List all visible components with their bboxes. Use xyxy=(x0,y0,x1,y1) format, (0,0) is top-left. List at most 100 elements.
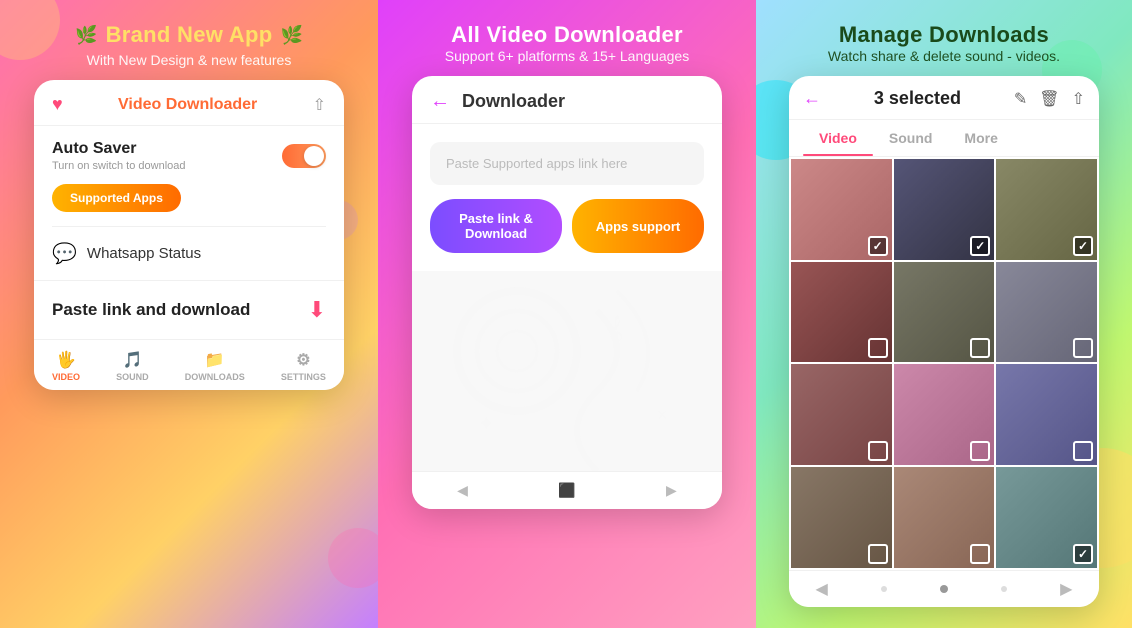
checkbox-10[interactable] xyxy=(868,544,888,564)
auto-saver-sub: Turn on switch to download xyxy=(52,160,186,172)
card2-title: Downloader xyxy=(462,91,565,112)
back-arrow-icon[interactable]: ← xyxy=(430,90,450,113)
delete-icon[interactable]: 🗑 xyxy=(1039,89,1059,109)
nav-sound-icon: 🎵 xyxy=(122,350,142,370)
photo-cell-9[interactable] xyxy=(996,364,1097,465)
photo-cell-4[interactable] xyxy=(791,262,892,363)
supported-apps-btn[interactable]: Supported Apps xyxy=(34,176,344,226)
whatsapp-row[interactable]: 💬 Whatsapp Status xyxy=(34,227,344,281)
panel2-header: All Video Downloader Support 6+ platform… xyxy=(425,0,709,76)
nav-sound-label: SOUND xyxy=(116,372,149,382)
panel1-badge-text: Brand New App xyxy=(106,22,273,47)
card3-bottom-nav: ◀ ▶ xyxy=(789,570,1099,607)
whatsapp-icon: 💬 xyxy=(52,241,77,266)
nav-dot-3 xyxy=(1001,586,1007,592)
card2-body: 𝄞 ✦ × xyxy=(412,271,722,471)
card3-header: ← 3 selected ✎ 🗑 ⇧ xyxy=(789,76,1099,120)
checkbox-4[interactable] xyxy=(868,338,888,358)
auto-saver-label: Auto Saver xyxy=(52,140,186,158)
paste-link-row[interactable]: Paste link and download ⬇ xyxy=(34,281,344,339)
paste-link-text: Paste link and download xyxy=(52,300,250,320)
bottom-nav: 🖐 VIDEO 🎵 SOUND 📁 DOWNLOADS ⚙ SETTINGS xyxy=(34,339,344,390)
card2-footer: ◀ ⬛ ▶ xyxy=(412,471,722,509)
app-title-text: Video xyxy=(118,96,161,113)
nav-dot-2 xyxy=(940,585,948,593)
photo-grid xyxy=(789,157,1099,570)
svg-text:✦: ✦ xyxy=(477,411,495,436)
card3-nav-prev[interactable]: ◀ xyxy=(816,579,828,599)
app-title: Video Downloader xyxy=(118,96,257,114)
nav-downloads-icon: 📁 xyxy=(205,350,225,370)
checkbox-5[interactable] xyxy=(970,338,990,358)
edit-icon[interactable]: ✎ xyxy=(1014,89,1027,109)
supported-apps-label: Supported Apps xyxy=(52,184,181,212)
card2-home-btn[interactable]: ⬛ xyxy=(558,482,575,499)
auto-saver-text: Auto Saver Turn on switch to download xyxy=(52,140,186,172)
watermark-pattern: 𝄞 ✦ × xyxy=(412,271,722,471)
checkbox-2[interactable] xyxy=(970,236,990,256)
nav-video-label: VIDEO xyxy=(52,372,80,382)
card1-header: ♥ Video Downloader ⇧ xyxy=(34,80,344,126)
nav-settings-label: SETTINGS xyxy=(281,372,326,382)
card3-nav-next[interactable]: ▶ xyxy=(1060,579,1072,599)
download-icon: ⬇ xyxy=(308,297,326,323)
card3-tabs: Video Sound More xyxy=(789,120,1099,157)
auto-saver-row: Auto Saver Turn on switch to download xyxy=(34,126,344,176)
tab-sound[interactable]: Sound xyxy=(873,120,949,156)
checkbox-8[interactable] xyxy=(970,441,990,461)
photo-cell-1[interactable] xyxy=(791,159,892,260)
card2-prev-btn[interactable]: ◀ xyxy=(457,482,468,499)
photo-cell-10[interactable] xyxy=(791,467,892,568)
phone-card-3: ← 3 selected ✎ 🗑 ⇧ Video Sound More xyxy=(789,76,1099,607)
panel3-subtitle: Watch share & delete sound - videos. xyxy=(828,48,1060,64)
apps-support-button[interactable]: Apps support xyxy=(572,199,704,253)
checkbox-3[interactable] xyxy=(1073,236,1093,256)
checkbox-7[interactable] xyxy=(868,441,888,461)
tab-video[interactable]: Video xyxy=(803,120,873,156)
action-buttons: Paste link & Download Apps support xyxy=(412,199,722,271)
nav-downloads[interactable]: 📁 DOWNLOADS xyxy=(185,350,245,382)
nav-video[interactable]: 🖐 VIDEO xyxy=(52,350,80,382)
checkbox-1[interactable] xyxy=(868,236,888,256)
phone-card-1: ♥ Video Downloader ⇧ Auto Saver Turn on … xyxy=(34,80,344,390)
photo-cell-11[interactable] xyxy=(894,467,995,568)
heart-icon: ♥ xyxy=(52,94,63,115)
nav-video-icon: 🖐 xyxy=(56,350,76,370)
panel1-subtitle: With New Design & new features xyxy=(75,52,303,68)
panel-all-video-downloader: All Video Downloader Support 6+ platform… xyxy=(378,0,756,628)
url-placeholder-text: Paste Supported apps link here xyxy=(446,156,627,171)
checkbox-9[interactable] xyxy=(1073,441,1093,461)
share-icon[interactable]: ⇧ xyxy=(313,95,326,115)
photo-cell-5[interactable] xyxy=(894,262,995,363)
tab-more[interactable]: More xyxy=(948,120,1013,156)
svg-text:𝄞: 𝄞 xyxy=(607,316,624,349)
whatsapp-label: Whatsapp Status xyxy=(87,245,201,262)
share-icon[interactable]: ⇧ xyxy=(1072,89,1085,109)
paste-download-button[interactable]: Paste link & Download xyxy=(430,199,562,253)
panel1-header: 🌿 Brand New App 🌿 With New Design & new … xyxy=(55,0,323,80)
card2-next-btn[interactable]: ▶ xyxy=(666,482,677,499)
nav-settings-icon: ⚙ xyxy=(296,350,310,370)
panel1-title: Brand New App xyxy=(106,22,273,48)
card2-header: ← Downloader xyxy=(412,76,722,124)
app-title-accent: Downloader xyxy=(166,96,258,113)
auto-saver-toggle[interactable] xyxy=(282,144,326,168)
card3-back-icon[interactable]: ← xyxy=(803,88,821,109)
checkbox-6[interactable] xyxy=(1073,338,1093,358)
checkbox-12[interactable] xyxy=(1073,544,1093,564)
photo-cell-8[interactable] xyxy=(894,364,995,465)
url-input[interactable]: Paste Supported apps link here xyxy=(430,142,704,185)
photo-cell-2[interactable] xyxy=(894,159,995,260)
nav-downloads-label: DOWNLOADS xyxy=(185,372,245,382)
nav-settings[interactable]: ⚙ SETTINGS xyxy=(281,350,326,382)
photo-cell-7[interactable] xyxy=(791,364,892,465)
checkbox-11[interactable] xyxy=(970,544,990,564)
photo-cell-12[interactable] xyxy=(996,467,1097,568)
photo-cell-3[interactable] xyxy=(996,159,1097,260)
nav-sound[interactable]: 🎵 SOUND xyxy=(116,350,149,382)
card3-actions: ✎ 🗑 ⇧ xyxy=(1014,89,1085,109)
phone-card-2: ← Downloader Paste Supported apps link h… xyxy=(412,76,722,509)
panel-brand-new-app: 🌿 Brand New App 🌿 With New Design & new … xyxy=(0,0,378,628)
photo-cell-6[interactable] xyxy=(996,262,1097,363)
panel2-subtitle: Support 6+ platforms & 15+ Languages xyxy=(445,48,689,64)
